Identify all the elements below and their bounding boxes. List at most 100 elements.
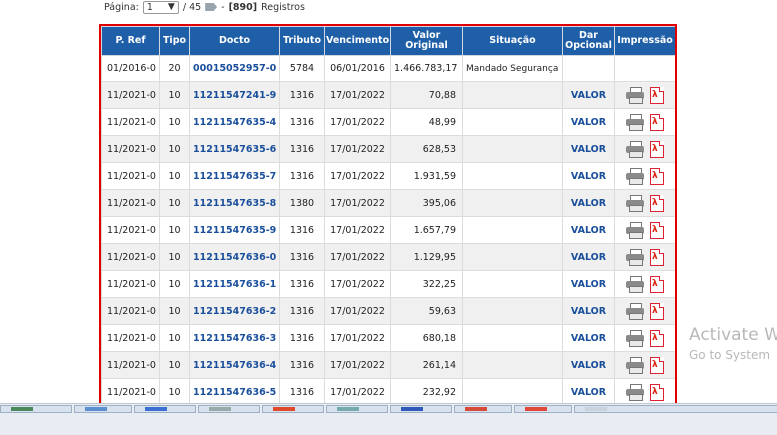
pdf-icon[interactable]: λ xyxy=(650,221,664,239)
pdf-icon[interactable]: λ xyxy=(650,194,664,212)
cell-dar[interactable]: VALOR xyxy=(562,216,615,244)
cell-dar[interactable]: VALOR xyxy=(562,189,615,217)
cell-situacao xyxy=(462,297,563,325)
printer-icon[interactable] xyxy=(626,249,644,266)
col-header-dar[interactable]: Dar Opcional xyxy=(562,26,615,56)
taskbar-item[interactable] xyxy=(74,405,132,413)
print-actions: λ xyxy=(618,329,672,347)
pdf-icon[interactable]: λ xyxy=(650,302,664,320)
cell-dar[interactable]: VALOR xyxy=(562,162,615,190)
cell-vencimento: 17/01/2022 xyxy=(324,162,391,190)
taskbar-item[interactable] xyxy=(134,405,196,413)
col-header-valor[interactable]: Valor Original xyxy=(390,26,463,56)
pdf-icon[interactable]: λ xyxy=(650,356,664,374)
print-actions: λ xyxy=(618,383,672,401)
cell-dar[interactable]: VALOR xyxy=(562,243,615,271)
printer-icon[interactable] xyxy=(626,384,644,401)
taskbar-item[interactable] xyxy=(326,405,388,413)
cell-tributo: 1316 xyxy=(279,135,325,163)
page-select[interactable]: 1 ▼ xyxy=(142,0,179,14)
cell-dar[interactable]: VALOR xyxy=(562,297,615,325)
cell-docto[interactable]: 11211547635-6 xyxy=(189,135,280,163)
pdf-icon[interactable]: λ xyxy=(650,329,664,347)
cell-docto[interactable]: 11211547635-7 xyxy=(189,162,280,190)
cell-impressao: λ xyxy=(614,81,675,109)
cell-docto[interactable]: 11211547636-0 xyxy=(189,243,280,271)
cell-tipo: 10 xyxy=(159,270,190,298)
cell-dar[interactable]: VALOR xyxy=(562,135,615,163)
cell-tributo: 1380 xyxy=(279,189,325,217)
col-header-impressao[interactable]: Impressão xyxy=(614,26,675,56)
print-actions: λ xyxy=(618,113,672,131)
pdf-icon[interactable]: λ xyxy=(650,248,664,266)
cell-tributo: 1316 xyxy=(279,324,325,352)
taskbar-item[interactable] xyxy=(514,405,572,413)
cell-impressao: λ xyxy=(614,162,675,190)
cell-dar[interactable]: VALOR xyxy=(562,324,615,352)
col-header-vencimento[interactable]: Vencimento xyxy=(324,26,391,56)
printer-icon[interactable] xyxy=(626,168,644,185)
cell-dar[interactable]: VALOR xyxy=(562,81,615,109)
taskbar-item[interactable] xyxy=(454,405,512,413)
pdf-icon[interactable]: λ xyxy=(650,275,664,293)
cell-docto[interactable]: 11211547636-1 xyxy=(189,270,280,298)
cell-valor: 322,25 xyxy=(390,270,463,298)
printer-icon[interactable] xyxy=(626,195,644,212)
cell-pref: 11/2021-0 xyxy=(101,351,160,379)
cell-impressao: λ xyxy=(614,324,675,352)
chevron-down-icon: ▼ xyxy=(167,2,175,12)
cell-impressao: λ xyxy=(614,108,675,136)
pdf-icon[interactable]: λ xyxy=(650,140,664,158)
cell-tipo: 10 xyxy=(159,108,190,136)
printer-icon[interactable] xyxy=(626,222,644,239)
col-header-docto[interactable]: Docto xyxy=(189,26,280,56)
print-actions: λ xyxy=(618,221,672,239)
pdf-icon[interactable]: λ xyxy=(650,167,664,185)
cell-tipo: 10 xyxy=(159,378,190,405)
printer-icon[interactable] xyxy=(626,330,644,347)
print-actions: λ xyxy=(618,275,672,293)
printer-icon[interactable] xyxy=(626,276,644,293)
pdf-icon[interactable]: λ xyxy=(650,383,664,401)
cell-tipo: 10 xyxy=(159,216,190,244)
col-header-situacao[interactable]: Situação xyxy=(462,26,563,56)
cell-valor: 395,06 xyxy=(390,189,463,217)
cell-docto[interactable]: 11211547636-2 xyxy=(189,297,280,325)
printer-icon[interactable] xyxy=(626,114,644,131)
taskbar-item[interactable] xyxy=(198,405,260,413)
taskbar-item[interactable] xyxy=(390,405,452,413)
cell-situacao xyxy=(462,243,563,271)
cell-docto[interactable]: 11211547636-3 xyxy=(189,324,280,352)
cell-valor: 1.657,79 xyxy=(390,216,463,244)
cell-docto[interactable]: 11211547241-9 xyxy=(189,81,280,109)
cell-dar[interactable]: VALOR xyxy=(562,351,615,379)
printer-icon[interactable] xyxy=(626,357,644,374)
printer-icon[interactable] xyxy=(626,87,644,104)
col-header-tipo[interactable]: Tipo xyxy=(159,26,190,56)
printer-icon[interactable] xyxy=(626,141,644,158)
cell-docto[interactable]: 11211547635-9 xyxy=(189,216,280,244)
activation-watermark: Activate W Go to System xyxy=(689,324,777,364)
cell-dar[interactable]: VALOR xyxy=(562,108,615,136)
cell-vencimento: 17/01/2022 xyxy=(324,108,391,136)
col-header-pref[interactable]: P. Ref xyxy=(101,26,160,56)
col-header-tributo[interactable]: Tributo xyxy=(279,26,325,56)
cell-tipo: 10 xyxy=(159,297,190,325)
cell-pref: 11/2021-0 xyxy=(101,81,160,109)
cell-pref: 11/2021-0 xyxy=(101,189,160,217)
taskbar-item[interactable] xyxy=(262,405,324,413)
pdf-icon[interactable]: λ xyxy=(650,86,664,104)
cell-docto[interactable]: 00015052957-0 xyxy=(189,55,280,82)
taskbar-item[interactable] xyxy=(574,405,777,413)
printer-icon[interactable] xyxy=(626,303,644,320)
cell-dar[interactable]: VALOR xyxy=(562,378,615,405)
cell-docto[interactable]: 11211547636-5 xyxy=(189,378,280,405)
cell-dar[interactable]: VALOR xyxy=(562,270,615,298)
pdf-icon[interactable]: λ xyxy=(650,113,664,131)
cell-docto[interactable]: 11211547635-8 xyxy=(189,189,280,217)
cell-docto[interactable]: 11211547636-4 xyxy=(189,351,280,379)
table-row: 11/2021-0 10 11211547635-8 1380 17/01/2022 39… xyxy=(101,189,675,217)
taskbar-item[interactable] xyxy=(0,405,72,413)
cell-docto[interactable]: 11211547635-4 xyxy=(189,108,280,136)
cell-dar xyxy=(562,55,615,82)
